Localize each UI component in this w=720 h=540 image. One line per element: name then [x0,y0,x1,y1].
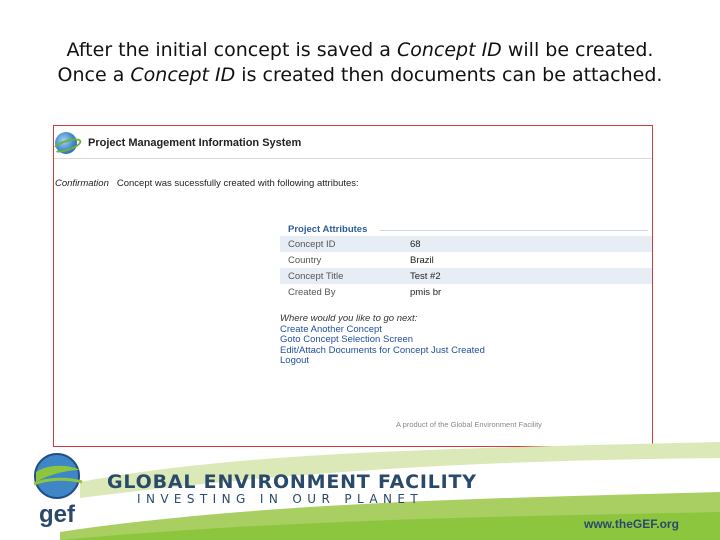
logout-link[interactable]: Logout [280,355,485,367]
pmis-screenshot: Project Management Information System Co… [53,125,653,447]
project-attributes-panel: Project Attributes Concept ID 68 Country… [280,224,652,300]
attribute-key: Country [288,254,322,266]
attribute-value: pmis br [410,286,442,298]
brand-name: GLOBAL ENVIRONMENT FACILITY [107,471,477,493]
slide-caption: After the initial concept is saved a Con… [0,38,720,88]
confirmation-text: Concept was sucessfully created with fol… [116,178,359,189]
project-attributes-legend: Project Attributes [280,224,652,236]
caption-line-2: Once a Concept ID is created then docume… [57,64,663,86]
attribute-key: Concept Title [288,270,344,282]
caption-line-1: After the initial concept is saved a Con… [66,39,654,61]
attribute-row: Country Brazil [280,252,652,268]
brand-tagline: INVESTING IN OUR PLANET [137,492,424,506]
product-footer-note: A product of the Global Environment Faci… [396,420,542,429]
attribute-key: Created By [288,286,336,298]
goto-concept-selection-link[interactable]: Goto Concept Selection Screen [280,334,485,346]
header-divider [54,158,652,159]
attribute-value: Brazil [410,254,434,266]
next-steps: Where would you like to go next: Create … [280,313,485,367]
brand-url[interactable]: www.theGEF.org [584,517,679,531]
app-title: Project Management Information System [88,137,302,149]
attribute-value: Test #2 [410,270,441,282]
attribute-row: Concept Title Test #2 [280,268,652,284]
attribute-value: 68 [410,238,421,250]
attribute-key: Concept ID [288,238,336,250]
confirmation-message: Confirmation Concept was sucessfully crea… [55,178,359,189]
attribute-row: Created By pmis br [280,284,652,300]
next-steps-question: Where would you like to go next: [280,313,418,324]
globe-icon [55,132,77,154]
edit-attach-documents-link[interactable]: Edit/Attach Documents for Concept Just C… [280,345,485,357]
gef-logo-text: gef [39,501,76,528]
attribute-row: Concept ID 68 [280,236,652,252]
confirmation-label: Confirmation [55,178,109,189]
gef-logo: gef [33,453,83,528]
